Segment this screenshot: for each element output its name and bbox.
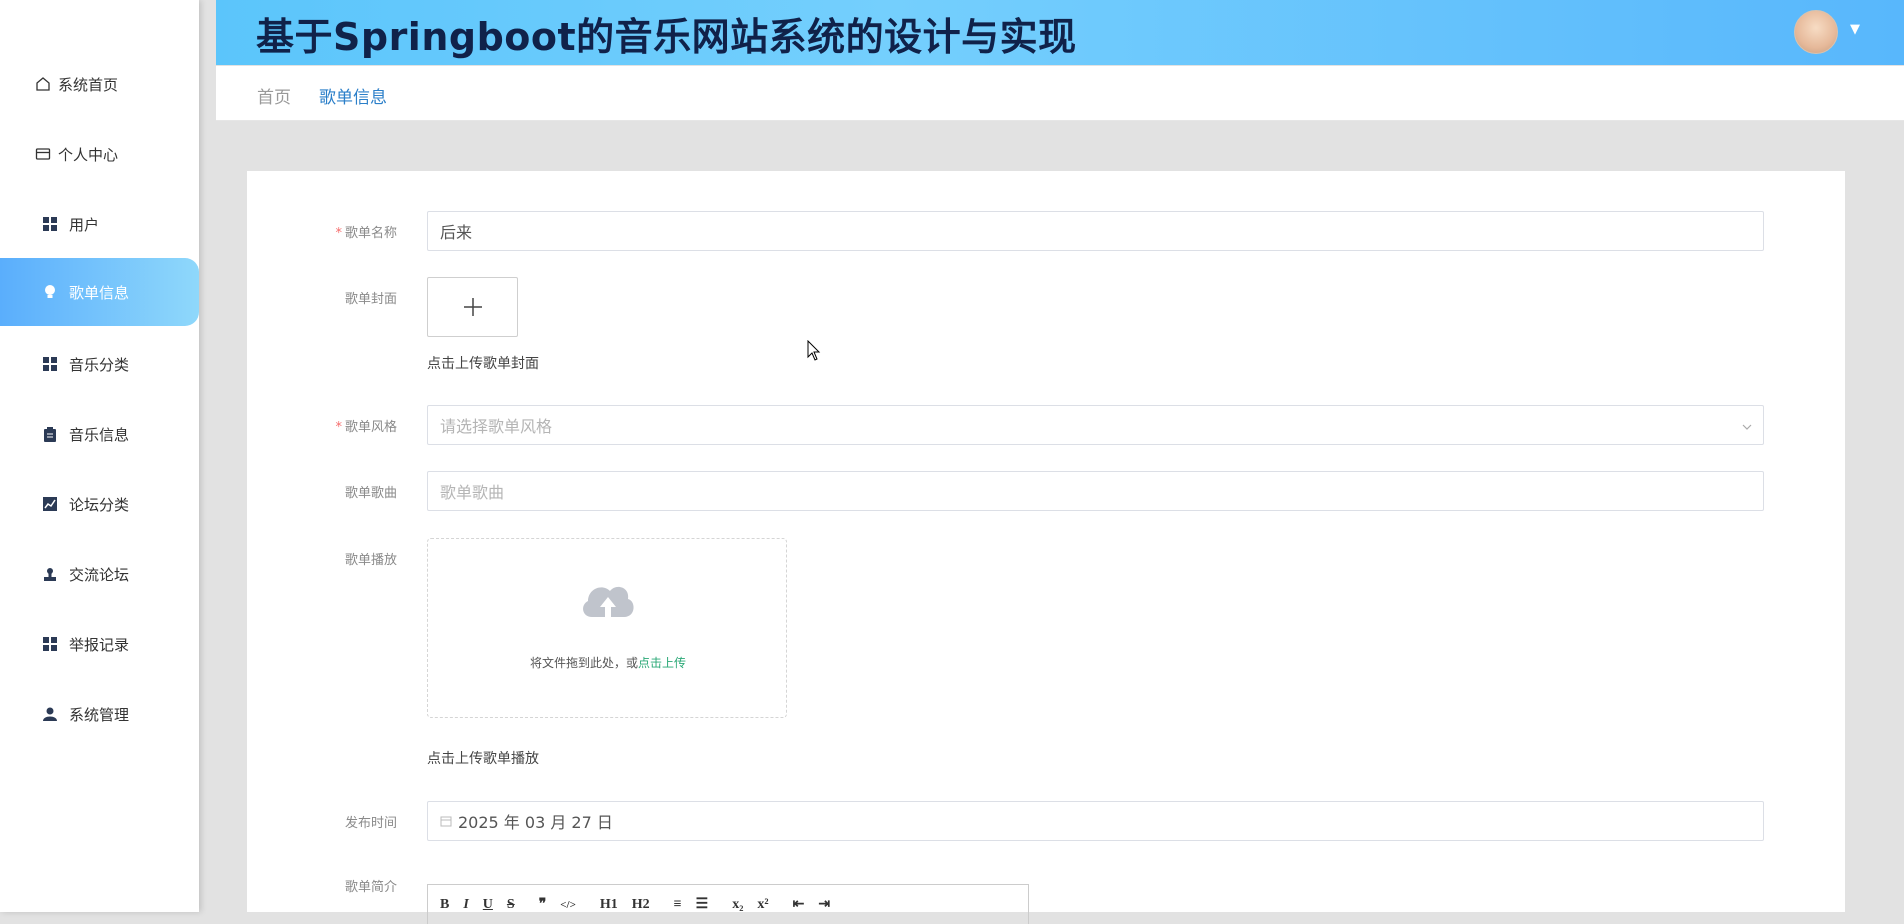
app-header: 基于Springboot的音乐网站系统的设计与实现 ▼ bbox=[216, 0, 1904, 65]
chart-icon bbox=[41, 495, 59, 513]
home-icon bbox=[34, 75, 52, 93]
bulb-icon bbox=[41, 283, 59, 301]
name-label: * 歌单名称 bbox=[335, 226, 397, 241]
sidebar-item-report[interactable]: 举报记录 bbox=[0, 610, 199, 678]
card-icon bbox=[34, 145, 52, 163]
play-hint: 点击上传歌单播放 bbox=[427, 751, 539, 767]
sidebar-item-label: 论坛分类 bbox=[69, 495, 130, 514]
sidebar-item-label: 音乐分类 bbox=[69, 355, 130, 374]
style-select[interactable]: 请选择歌单风格 bbox=[427, 405, 1764, 445]
grid-icon bbox=[41, 215, 59, 233]
strike-button[interactable]: S bbox=[507, 897, 515, 913]
ordered-list-button[interactable]: ≡ bbox=[674, 897, 682, 913]
sidebar-item-label: 歌单信息 bbox=[69, 283, 130, 302]
subscript-button[interactable]: x₂ bbox=[732, 897, 743, 913]
cover-upload-button[interactable] bbox=[427, 277, 518, 337]
bullet-list-button[interactable]: ☰ bbox=[696, 896, 709, 913]
sidebar-item-forum[interactable]: 交流论坛 bbox=[0, 540, 199, 608]
clipboard-icon bbox=[41, 425, 59, 443]
sidebar-item-label: 个人中心 bbox=[58, 145, 119, 164]
cover-label: 歌单封面 bbox=[344, 292, 397, 307]
calendar-icon bbox=[440, 812, 452, 831]
sidebar-item-music-info[interactable]: 音乐信息 bbox=[0, 400, 199, 468]
sidebar-item-label: 音乐信息 bbox=[69, 425, 130, 444]
sidebar-item-label: 系统管理 bbox=[69, 705, 130, 724]
date-label: 发布时间 bbox=[344, 816, 397, 831]
sidebar-item-playlist[interactable]: 歌单信息 bbox=[0, 258, 199, 326]
form-card: * 歌单名称 后来 歌单封面 点击上传歌单封面 * 歌单风格 请选择歌单风格 歌单歌… bbox=[247, 171, 1845, 924]
breadcrumb-current[interactable]: 歌单信息 bbox=[319, 83, 387, 108]
indent-button[interactable]: ⇥ bbox=[818, 896, 830, 913]
click-upload-link[interactable]: 点击上传 bbox=[638, 656, 686, 670]
chevron-down-icon bbox=[1741, 418, 1753, 437]
mouse-cursor-icon bbox=[807, 340, 821, 361]
caret-down-icon[interactable]: ▼ bbox=[1850, 22, 1860, 37]
sidebar-item-label: 交流论坛 bbox=[69, 565, 130, 584]
date-picker[interactable]: 2025 年 03 月 27 日 bbox=[427, 801, 1764, 841]
sidebar-item-label: 举报记录 bbox=[69, 635, 130, 654]
breadcrumb: 首页 歌单信息 bbox=[216, 66, 1904, 121]
editor-toolbar: B I U S ❞ </> H1 H2 ≡ ☰ x₂ x² ⇤ ⇥ bbox=[427, 884, 1029, 924]
name-input[interactable]: 后来 bbox=[427, 211, 1764, 251]
h2-button[interactable]: H2 bbox=[632, 897, 650, 913]
grid-icon bbox=[41, 635, 59, 653]
outdent-button[interactable]: ⇤ bbox=[793, 896, 805, 913]
date-value: 2025 年 03 月 27 日 bbox=[458, 813, 613, 832]
sidebar-item-label: 用户 bbox=[69, 215, 100, 234]
plus-icon bbox=[463, 298, 482, 316]
sidebar-item-user[interactable]: 用户 bbox=[0, 190, 199, 258]
style-select-placeholder: 请选择歌单风格 bbox=[440, 417, 553, 436]
h1-button[interactable]: H1 bbox=[600, 897, 618, 913]
grid-icon bbox=[41, 355, 59, 373]
app-title: 基于Springboot的音乐网站系统的设计与实现 bbox=[256, 15, 1077, 59]
play-upload-dropzone[interactable]: 将文件拖到此处，或点击上传 bbox=[427, 538, 787, 718]
sidebar: 系统首页 个人中心 用户 歌单信息 音乐分类 音乐信息 论坛分类 交流论坛 举报… bbox=[0, 0, 199, 912]
sidebar-item-personal[interactable]: 个人中心 bbox=[0, 120, 199, 188]
sidebar-item-label: 系统首页 bbox=[58, 75, 119, 94]
quote-button[interactable]: ❞ bbox=[539, 896, 547, 913]
code-button[interactable]: </> bbox=[560, 899, 576, 911]
intro-label: 歌单简介 bbox=[344, 880, 397, 895]
avatar[interactable] bbox=[1794, 10, 1838, 54]
play-label: 歌单播放 bbox=[344, 553, 397, 568]
sidebar-item-music-category[interactable]: 音乐分类 bbox=[0, 330, 199, 398]
style-label: * 歌单风格 bbox=[335, 420, 397, 435]
songs-input[interactable]: 歌单歌曲 bbox=[427, 471, 1764, 511]
user-icon bbox=[41, 705, 59, 723]
superscript-button[interactable]: x² bbox=[757, 897, 768, 913]
stamp-icon bbox=[41, 565, 59, 583]
dropzone-text: 将文件拖到此处，或点击上传 bbox=[529, 656, 687, 670]
cloud-upload-icon bbox=[583, 586, 634, 621]
cover-hint: 点击上传歌单封面 bbox=[427, 356, 539, 372]
underline-button[interactable]: U bbox=[483, 897, 493, 913]
sidebar-item-forum-category[interactable]: 论坛分类 bbox=[0, 470, 199, 538]
breadcrumb-home[interactable]: 首页 bbox=[257, 83, 291, 108]
sidebar-item-system[interactable]: 系统管理 bbox=[0, 680, 199, 748]
songs-label: 歌单歌曲 bbox=[344, 486, 397, 501]
bold-button[interactable]: B bbox=[440, 897, 449, 913]
sidebar-item-home[interactable]: 系统首页 bbox=[0, 50, 199, 118]
italic-button[interactable]: I bbox=[463, 897, 468, 913]
